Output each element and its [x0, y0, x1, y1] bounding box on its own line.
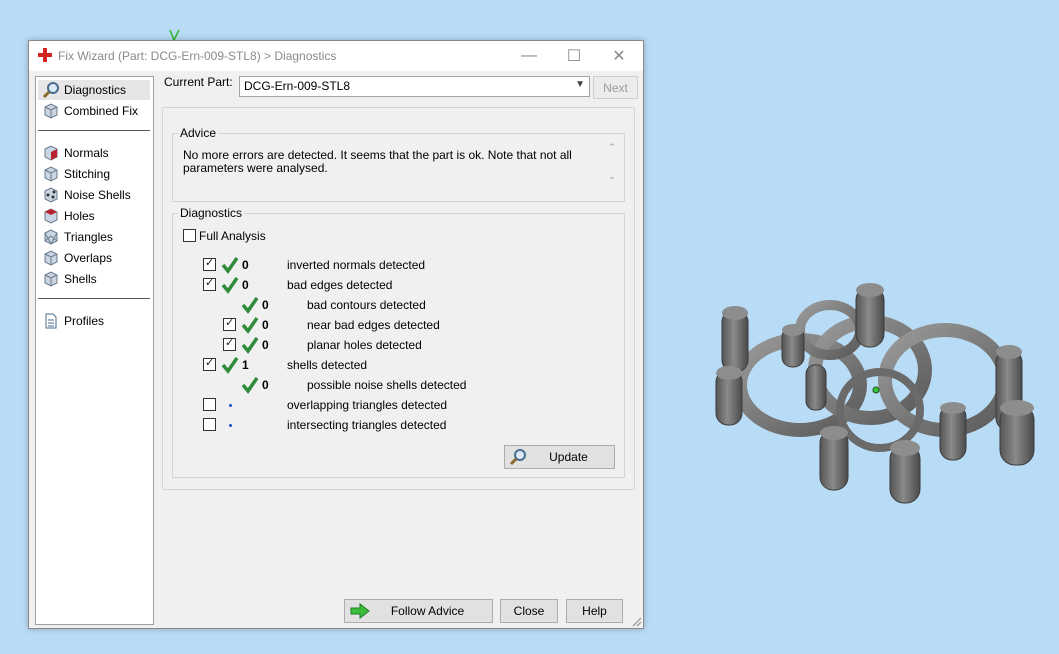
bad-edges-count: 0 — [242, 278, 249, 292]
help-button[interactable]: Help — [566, 599, 623, 623]
sidebar-item-stitching[interactable]: Stitching — [38, 164, 150, 184]
green-check-icon — [241, 337, 259, 354]
sidebar-item-label: Triangles — [64, 230, 113, 244]
follow-advice-label: Follow Advice — [390, 604, 465, 618]
green-arrow-icon — [350, 603, 370, 619]
green-check-icon — [241, 297, 259, 314]
overlapping-triangles-checkbox[interactable] — [203, 398, 216, 411]
sidebar-item-label: Shells — [64, 272, 97, 286]
advice-group: Advice No more errors are detected. It s… — [172, 126, 625, 202]
magnifier-icon — [509, 449, 526, 466]
sidebar-item-overlaps[interactable]: Overlaps — [38, 248, 150, 268]
noise-shells-count: 0 — [262, 378, 269, 392]
diagnostics-group: Diagnostics Full Analysis 0 inverted nor… — [172, 206, 625, 478]
scroll-up-icon[interactable]: ⌃ — [608, 142, 620, 153]
close-window-button[interactable]: ✕ — [597, 41, 641, 71]
planar-holes-checkbox[interactable] — [223, 336, 236, 351]
sidebar-item-label: Stitching — [64, 167, 111, 181]
minimize-button[interactable]: — — [507, 41, 551, 71]
bad-edges-label: bad edges detected — [287, 278, 393, 292]
resize-grip-icon[interactable] — [632, 617, 642, 627]
scroll-down-icon[interactable]: ⌄ — [608, 171, 620, 182]
fix-wizard-dialog: Fix Wizard (Part: DCG-Ern-009-STL8) > Di… — [28, 40, 644, 629]
window-title: Fix Wizard (Part: DCG-Ern-009-STL8) > Di… — [58, 49, 337, 63]
title-bar[interactable]: Fix Wizard (Part: DCG-Ern-009-STL8) > Di… — [29, 41, 643, 71]
sidebar-item-label: Noise Shells — [64, 188, 131, 202]
pending-dot-icon — [229, 424, 232, 427]
green-check-icon — [221, 257, 239, 274]
intersecting-triangles-checkbox[interactable] — [203, 418, 216, 431]
noise-shells-label: possible noise shells detected — [307, 378, 467, 392]
advice-title: Advice — [178, 126, 219, 140]
normals-cube-icon — [44, 145, 58, 161]
wizard-sidebar: Diagnostics Combined Fix Normals Stitchi… — [35, 76, 154, 625]
inverted-normals-count: 0 — [242, 258, 249, 272]
chevron-down-icon: ▼ — [575, 79, 585, 90]
sidebar-item-profiles[interactable]: Profiles — [38, 311, 150, 331]
bad-contours-count: 0 — [262, 298, 269, 312]
sidebar-item-label: Holes — [64, 209, 95, 223]
advice-line-2: parameters were analysed. — [183, 161, 328, 175]
overlaps-cube-icon — [44, 250, 58, 266]
full-analysis-label: Full Analysis — [199, 229, 266, 243]
advice-text: No more errors are detected. It seems th… — [183, 149, 593, 189]
maximize-button[interactable]: ☐ — [552, 41, 596, 71]
advice-scrollbar[interactable]: ⌃ ⌄ — [608, 142, 620, 188]
noise-shells-cube-icon — [44, 187, 58, 203]
sidebar-divider — [38, 130, 150, 131]
intersecting-triangles-label: intersecting triangles detected — [287, 418, 447, 432]
shells-checkbox[interactable] — [203, 356, 216, 371]
sidebar-divider — [38, 298, 150, 299]
triangles-cube-icon — [44, 229, 58, 246]
bad-contours-label: bad contours detected — [307, 298, 426, 312]
current-part-value: DCG-Ern-009-STL8 — [244, 79, 351, 93]
green-check-icon — [241, 317, 259, 334]
document-icon — [45, 313, 57, 329]
diagnostics-panel: Advice No more errors are detected. It s… — [162, 107, 635, 490]
sidebar-item-holes[interactable]: Holes — [38, 206, 150, 226]
sidebar-item-label: Combined Fix — [64, 104, 139, 118]
near-bad-edges-count: 0 — [262, 318, 269, 332]
green-check-icon — [241, 377, 259, 394]
red-cross-app-icon — [38, 48, 52, 62]
update-button[interactable]: Update — [504, 445, 615, 469]
current-part-label: Current Part: — [164, 75, 233, 89]
sidebar-item-shells[interactable]: Shells — [38, 269, 150, 289]
diagnostics-title: Diagnostics — [178, 206, 245, 220]
stitching-cube-icon — [44, 166, 58, 182]
sidebar-item-label: Diagnostics — [64, 83, 127, 97]
inverted-normals-checkbox[interactable] — [203, 256, 216, 271]
green-check-icon — [221, 357, 239, 374]
update-label: Update — [549, 450, 588, 464]
shells-cube-icon — [44, 271, 58, 287]
sidebar-item-label: Profiles — [64, 314, 105, 328]
holes-cube-icon — [44, 208, 58, 224]
full-analysis-checkbox[interactable] — [183, 229, 196, 242]
close-button[interactable]: Close — [500, 599, 558, 623]
near-bad-edges-label: near bad edges detected — [307, 318, 440, 332]
sidebar-item-label: Overlaps — [64, 251, 113, 265]
planar-holes-count: 0 — [262, 338, 269, 352]
sidebar-item-diagnostics[interactable]: Diagnostics — [38, 80, 150, 100]
planar-holes-label: planar holes detected — [307, 338, 422, 352]
bad-edges-checkbox[interactable] — [203, 276, 216, 291]
near-bad-edges-checkbox[interactable] — [223, 316, 236, 331]
sidebar-item-noise-shells[interactable]: Noise Shells — [38, 185, 150, 205]
cube-icon — [44, 103, 58, 119]
magnifier-icon — [42, 82, 59, 99]
sidebar-item-label: Normals — [64, 146, 109, 160]
follow-advice-button[interactable]: Follow Advice — [344, 599, 493, 623]
current-part-select[interactable]: DCG-Ern-009-STL8 ▼ — [239, 76, 590, 97]
shells-count: 1 — [242, 358, 249, 372]
sidebar-item-combined-fix[interactable]: Combined Fix — [38, 101, 150, 121]
sidebar-item-triangles[interactable]: Triangles — [38, 227, 150, 247]
green-check-icon — [221, 277, 239, 294]
sidebar-item-normals[interactable]: Normals — [38, 143, 150, 163]
pending-dot-icon — [229, 404, 232, 407]
next-button[interactable]: Next — [593, 76, 638, 99]
inverted-normals-label: inverted normals detected — [287, 258, 426, 272]
overlapping-triangles-label: overlapping triangles detected — [287, 398, 448, 412]
shells-label: shells detected — [287, 358, 368, 372]
